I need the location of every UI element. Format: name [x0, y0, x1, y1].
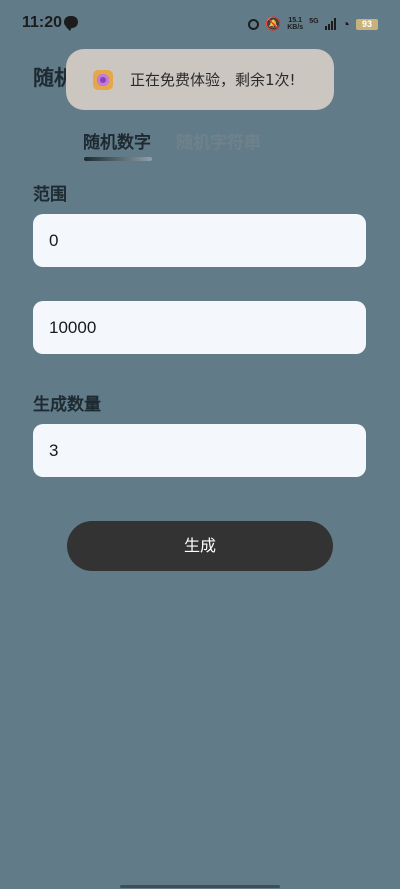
max-value-input[interactable]: 10000	[33, 301, 366, 354]
toast-message: 正在免费体验，剩余1次!	[130, 71, 296, 89]
count-input[interactable]: 3	[33, 424, 366, 477]
toast: 正在免费体验，剩余1次!	[66, 49, 334, 110]
network-type: 5G	[309, 18, 319, 25]
min-value-input[interactable]: 0	[33, 214, 366, 267]
battery-icon: 93	[356, 18, 378, 30]
status-time: 11:20	[22, 14, 63, 31]
wifi-icon: ◔	[341, 16, 350, 32]
chat-bubble-icon	[64, 16, 78, 31]
count-label: 生成数量	[33, 395, 101, 415]
status-bar: 11:20 🔕 15.1 KB/s 5G ◔ 93	[0, 0, 400, 48]
tab-random-string[interactable]: 随机字符串	[176, 128, 261, 153]
signal-icon	[324, 18, 336, 30]
active-tab-indicator	[84, 157, 152, 161]
tab-random-number[interactable]: 随机数字	[83, 128, 151, 153]
range-label: 范围	[33, 185, 67, 205]
home-indicator[interactable]	[120, 885, 280, 888]
net-speed-unit: KB/s	[287, 24, 304, 31]
generate-button[interactable]: 生成	[67, 521, 333, 571]
alarm-icon	[248, 18, 260, 30]
app-icon	[93, 69, 113, 90]
net-speed-value: 15.1	[288, 17, 303, 24]
net-speed: 15.1 KB/s	[287, 17, 303, 31]
mute-bell-icon: 🔕	[265, 16, 282, 31]
status-icons: 🔕 15.1 KB/s 5G ◔ 93	[248, 13, 378, 35]
